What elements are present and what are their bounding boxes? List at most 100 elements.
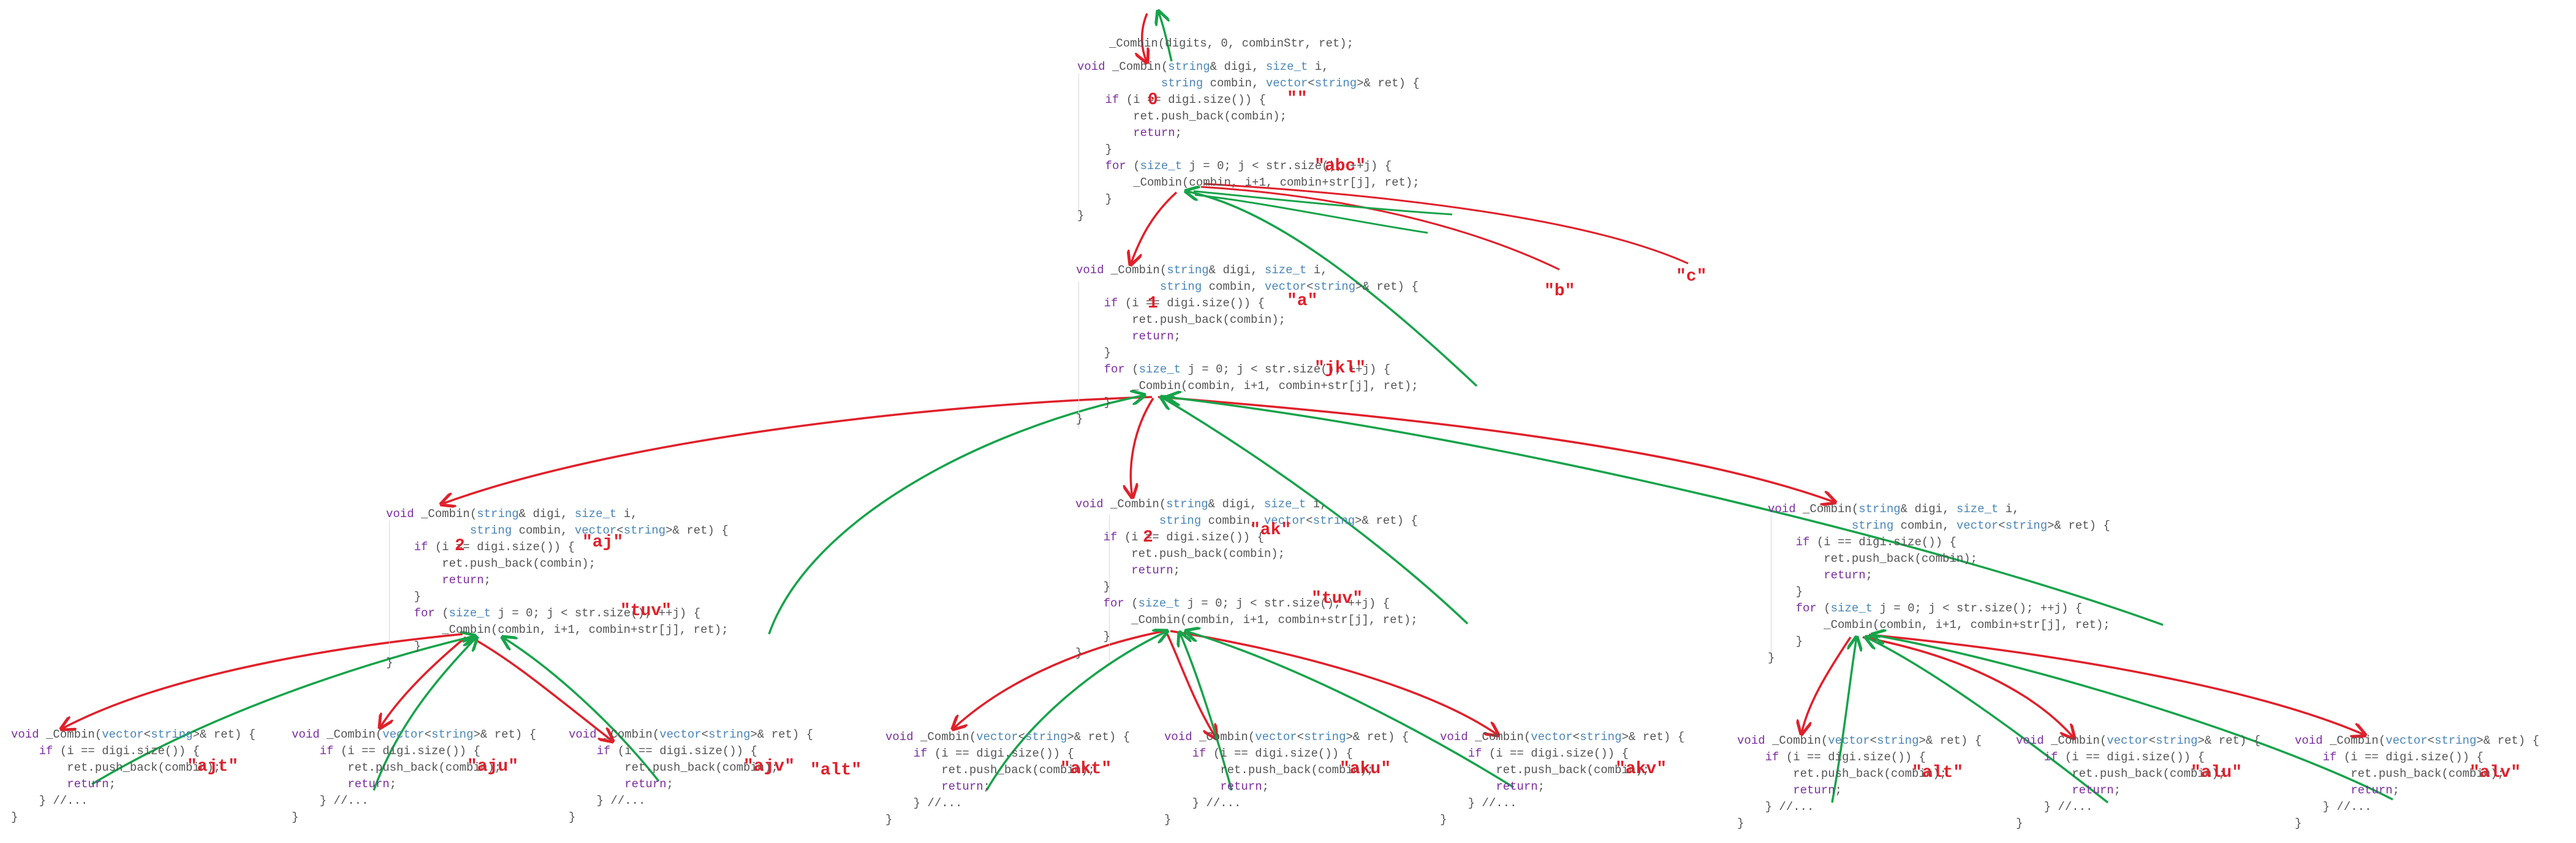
code-line: } — [1076, 412, 1083, 426]
leaf-function-alu: void _Combin(vector<string>& ret) { if (… — [2016, 733, 2260, 832]
code-line: return; — [1131, 564, 1181, 577]
code-line: } — [1768, 635, 1803, 648]
leaf-function-aju: void _Combin(vector<string>& ret) { if (… — [292, 727, 536, 826]
code-line: return; — [1824, 569, 1873, 582]
code-line: } — [1076, 396, 1112, 409]
code-line: } //... — [569, 794, 646, 807]
annotation-str: "tuv" — [1311, 589, 1363, 608]
code-line: if (i == digi.size()) { — [1105, 93, 1266, 107]
code-line: } — [292, 811, 299, 824]
code-line: } — [386, 590, 422, 603]
code-line: } — [1164, 813, 1172, 826]
code-line: for (size_t j = 0; j < str.size(); ++j) … — [1103, 597, 1390, 610]
code-line: } — [1075, 646, 1083, 660]
code-line: } — [569, 811, 576, 824]
code-line: for (size_t j = 0; j < str.size(); ++j) … — [414, 607, 701, 620]
code-line: _Combin(combin, i+1, combin+str[j], ret)… — [1768, 618, 2110, 632]
code-line: ret.push_back(combin); — [1768, 552, 1978, 565]
code-line: } — [1768, 585, 1803, 599]
code-line: void _Combin(vector<string>& ret) { — [292, 728, 537, 741]
code-line: } //... — [1164, 796, 1241, 810]
code-line: for (size_t j = 0; j < str.size(); ++j) … — [1105, 159, 1392, 173]
recursion-diagram: _Combin(digits, 0, combinStr, ret); void… — [0, 0, 2576, 843]
code-line: string combin, vector<string>& ret) { — [1159, 514, 1418, 527]
code-line: } //... — [1737, 800, 1814, 814]
annotation-leaf: "alv" — [2469, 763, 2521, 782]
code-line: if (i == digi.size()) { — [1104, 297, 1265, 310]
code-line: } //... — [292, 794, 369, 807]
leaf-function-alv: void _Combin(vector<string>& ret) { if (… — [2295, 733, 2539, 832]
leaf-function-ajt: void _Combin(vector<string>& ret) { if (… — [11, 727, 256, 826]
code-line: ret.push_back(combin); — [386, 557, 596, 570]
leaf-function-ajv: void _Combin(vector<string>& ret) { if (… — [569, 727, 813, 826]
code-line: void _Combin(string& digi, size_t i, — [1077, 60, 1329, 74]
code-line: } //... — [885, 796, 963, 810]
code-line: ret.push_back(combin); — [1075, 547, 1286, 561]
code-line: return; — [1793, 784, 1843, 797]
code-line: return; — [347, 777, 397, 791]
code-line: } — [1077, 192, 1113, 206]
code-line: void _Combin(vector<string>& ret) { — [2295, 734, 2540, 747]
level1-function: void _Combin(string& digi, size_t i, str… — [1076, 262, 1419, 428]
code-line: ret.push_back(combin); — [1077, 110, 1287, 123]
annotation-combin: "aj" — [582, 533, 624, 552]
code-line: } //... — [1440, 796, 1517, 810]
code-line: void _Combin(vector<string>& ret) { — [11, 728, 256, 741]
code-line: } — [885, 813, 893, 826]
code-line: return; — [1132, 330, 1181, 343]
code-line: void _Combin(vector<string>& ret) { — [1737, 734, 1982, 747]
code-line: if (i == digi.size()) { — [1103, 531, 1264, 544]
code-line: _Combin(combin, i+1, combin+str[j], ret)… — [1075, 613, 1418, 627]
annotation-leaf: "akt" — [1060, 760, 1112, 779]
code-line: if (i == digi.size()) { — [1795, 535, 1957, 549]
annotation-str: "abc" — [1314, 157, 1366, 176]
code-line: void _Combin(vector<string>& ret) { — [569, 728, 814, 741]
level2-ak-function: void _Combin(string& digi, size_t i, str… — [1075, 496, 1418, 662]
code-line: } — [1737, 817, 1744, 830]
code-line: void _Combin(vector<string>& ret) { — [1164, 730, 1409, 744]
annotation-i: 0 — [1148, 91, 1158, 110]
code-line: } — [1075, 580, 1111, 594]
code-line: } — [1075, 630, 1111, 643]
code-line: return; — [1220, 780, 1270, 793]
annotation-i: 2 — [455, 537, 465, 556]
code-line: if (i == digi.size()) { — [414, 540, 575, 554]
annotation-leaf: "ajt" — [187, 757, 239, 776]
code-line: } — [1768, 651, 1775, 665]
code-line: _Combin(digits, 0, combinStr, ret); — [1109, 37, 1354, 50]
code-line: ret.push_back(combin); — [1076, 313, 1286, 327]
code-line: string combin, vector<string>& ret) { — [1159, 280, 1419, 293]
code-line: return; — [442, 573, 491, 587]
annotation-side: "alt" — [810, 761, 862, 780]
annotation-combin: "" — [1287, 89, 1308, 108]
code-line: } — [386, 640, 422, 653]
annotation-leaf: "akv" — [1615, 760, 1667, 779]
code-line: } — [1077, 143, 1113, 156]
code-line: } — [2295, 817, 2302, 830]
code-line: return; — [2072, 784, 2121, 797]
annotation-str: "tuv" — [620, 602, 672, 621]
annotation-leaf: "aju" — [467, 757, 519, 776]
annotation-i: 2 — [1143, 528, 1153, 547]
code-line: void _Combin(vector<string>& ret) { — [2016, 734, 2261, 747]
code-line: } — [1440, 813, 1447, 826]
annotation-str: "jkl" — [1314, 359, 1366, 378]
annotation-combin: "a" — [1287, 292, 1318, 311]
code-line: string combin, vector<string>& ret) { — [469, 524, 729, 537]
leaf-function-aku: void _Combin(vector<string>& ret) { if (… — [1164, 729, 1409, 828]
code-line: for (size_t j = 0; j < str.size(); ++j) … — [1795, 602, 2083, 615]
call-arrow — [441, 396, 1153, 504]
level2-al-function: void _Combin(string& digi, size_t i, str… — [1768, 501, 2110, 667]
annotation-leaf: "ajv" — [743, 757, 795, 776]
code-line: _Combin(combin, i+1, combin+str[j], ret)… — [1076, 379, 1419, 393]
code-line: } — [11, 811, 18, 824]
code-line: string combin, vector<string>& ret) { — [1161, 77, 1420, 90]
annotation-branch: "c" — [1676, 267, 1707, 286]
leaf-function-akt: void _Combin(vector<string>& ret) { if (… — [885, 729, 1130, 828]
code-line: void _Combin(vector<string>& ret) { — [885, 730, 1131, 744]
code-line: } — [1077, 209, 1085, 222]
annotation-combin: "ak" — [1250, 521, 1292, 540]
code-line: void _Combin(string& digi, size_t i, — [386, 507, 638, 521]
code-line: } //... — [11, 794, 88, 807]
code-line: return; — [1133, 126, 1183, 140]
